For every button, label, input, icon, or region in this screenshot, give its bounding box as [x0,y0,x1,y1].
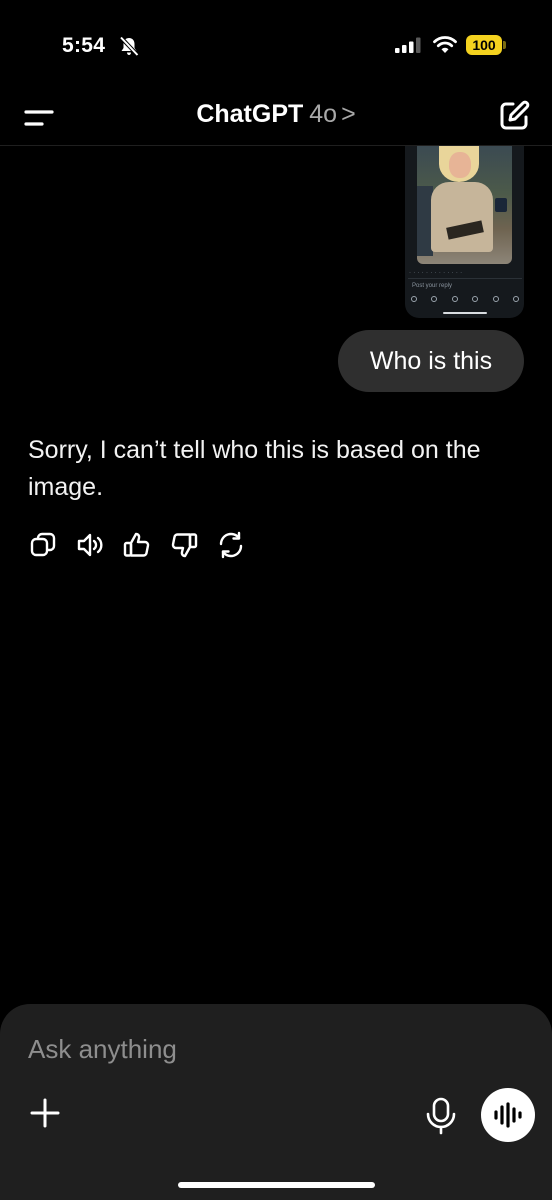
signal-icon [395,37,421,53]
voice-mode-icon [494,1102,522,1128]
bell-slash-icon [119,36,139,57]
chat-header: ChatGPT 4o > [0,90,552,146]
assistant-message: Sorry, I can’t tell who this is based on… [28,436,481,501]
battery-tip [503,41,506,49]
chevron-right-icon: > [341,100,356,128]
battery-icon: 100 [466,35,502,55]
voice-mode-button[interactable] [481,1088,535,1142]
thumbs-down-icon[interactable] [169,530,199,560]
message-actions [28,530,263,562]
thumbnail-home-bar [443,312,487,314]
status-time: 5:54 [62,34,106,57]
new-chat-icon[interactable] [496,98,532,134]
wifi-icon [433,36,457,53]
attached-image[interactable]: · · · · · · · · · · · · · Post your repl… [405,146,524,318]
thumbnail-nav [409,296,521,306]
plus-icon[interactable] [28,1096,62,1130]
user-message: Who is this [338,330,524,392]
regenerate-icon[interactable] [216,530,246,560]
reply-placeholder: Post your reply [408,278,522,292]
status-bar: 5:54 100 [0,0,552,90]
post-meta: · · · · · · · · · · · · · [409,270,463,276]
message-input[interactable]: Ask anything [28,1034,177,1065]
model-selector[interactable]: ChatGPT 4o > [0,100,552,129]
copy-icon[interactable] [28,530,58,560]
thumbs-up-icon[interactable] [122,530,152,560]
microphone-icon[interactable] [422,1096,460,1136]
photo [417,146,512,264]
composer: Ask anything [0,1004,552,1200]
read-aloud-icon[interactable] [75,530,105,560]
app-title: ChatGPT [196,100,304,128]
model-name: 4o [309,100,338,128]
home-indicator [178,1182,375,1188]
